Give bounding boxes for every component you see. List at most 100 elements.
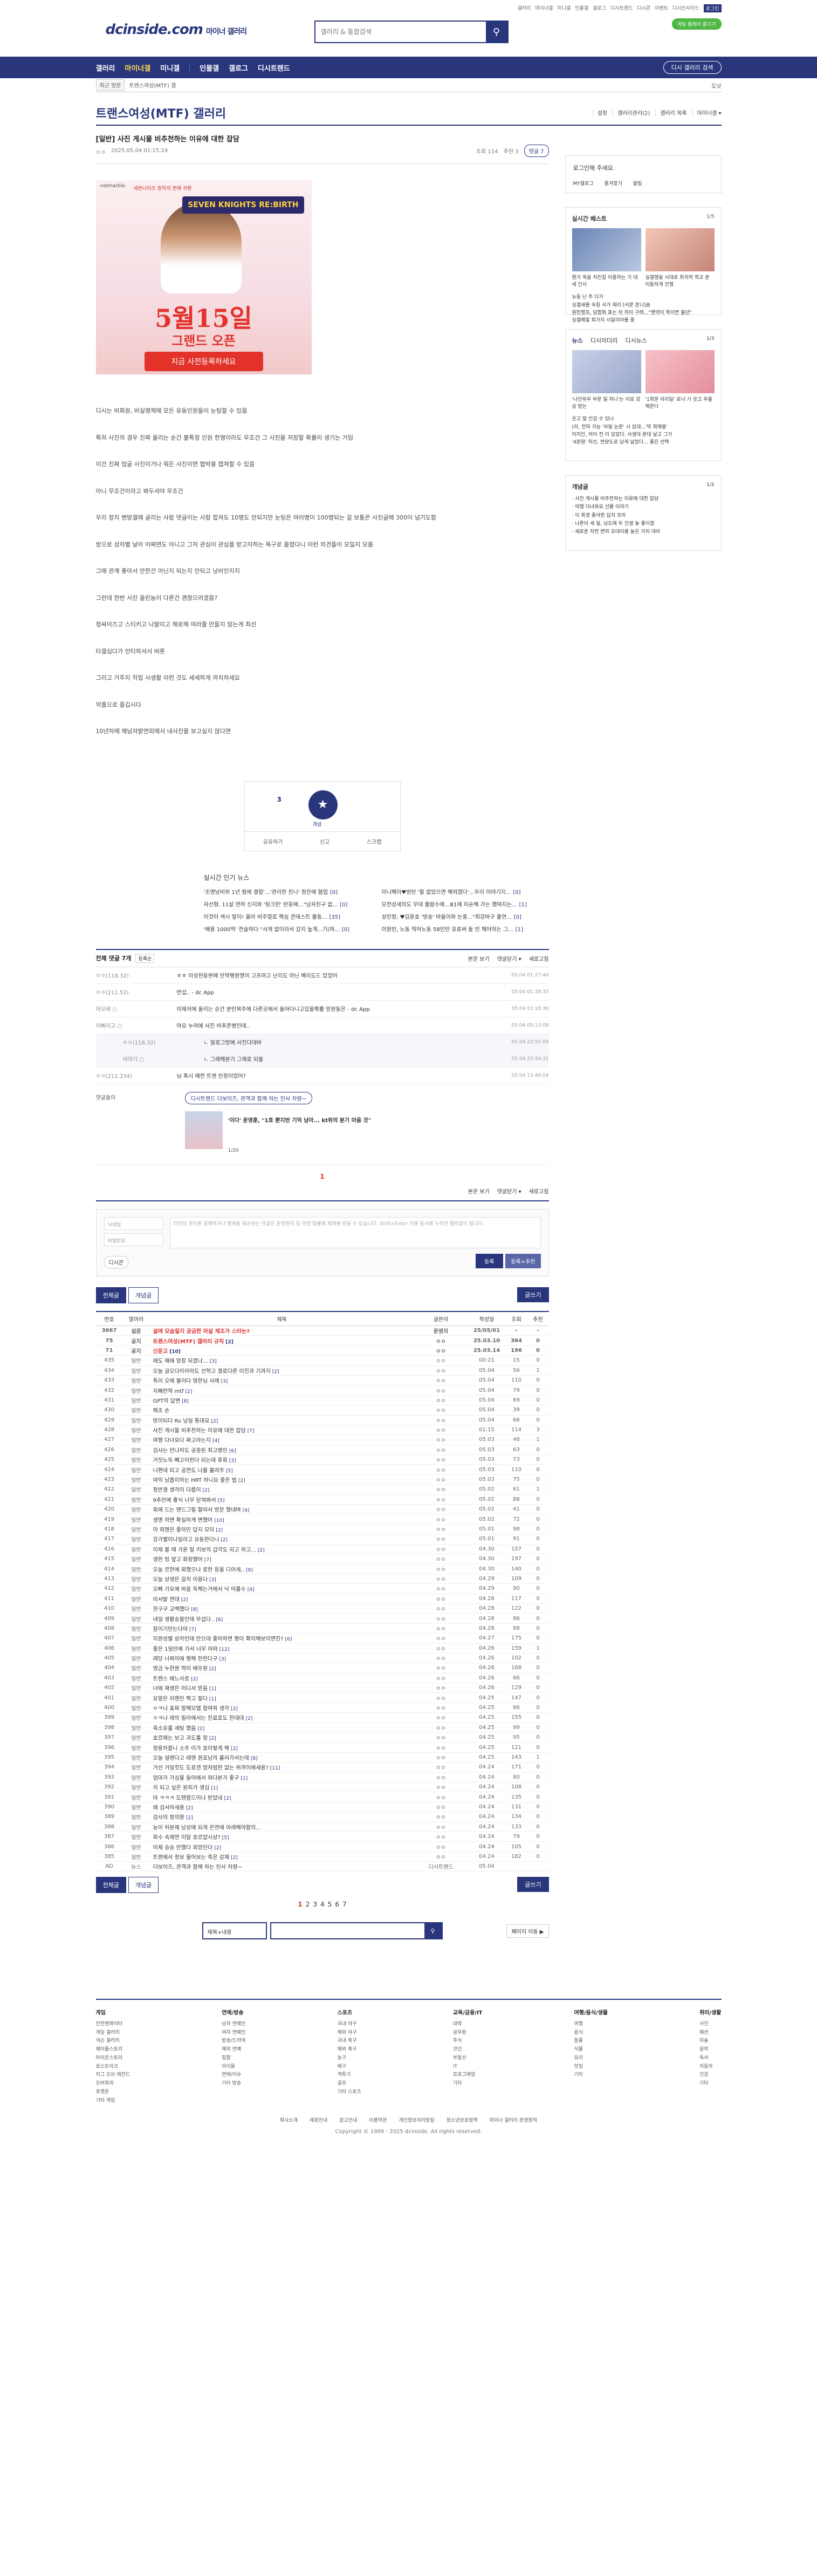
post-comment-count[interactable]: [2] <box>186 1806 193 1811</box>
table-row[interactable]: 433 일반 특이 오에 불러다 영한님 사례 [3] ㅇㅇ 05.04 110 0 <box>95 1375 549 1386</box>
post-comment-count[interactable]: [7] <box>189 1627 196 1632</box>
post-comment-count[interactable]: [4] <box>243 1508 250 1513</box>
top-link[interactable]: 디시인사이드 <box>672 4 699 12</box>
vote-action[interactable]: 신고 <box>320 837 329 845</box>
post-writer[interactable]: ㅇㅇ <box>414 1563 468 1574</box>
post-subject[interactable]: 오늘 글오다이라마도 선혁고 결로다른 이진과 기까지 [2] <box>149 1365 414 1376</box>
post-writer[interactable]: ㅇㅇ <box>414 1544 468 1554</box>
post-subject[interactable]: 좋은 1일만에 가서 너무 아파 [12] <box>149 1643 414 1653</box>
footer-link[interactable]: 미술 <box>699 2037 721 2046</box>
post-comment-count[interactable]: [2] <box>181 1597 188 1603</box>
post-writer[interactable]: ㅇㅇ <box>414 1454 468 1465</box>
login-button[interactable]: 알림 <box>633 180 642 187</box>
post-comment-count[interactable]: [2] <box>209 1736 216 1741</box>
post-writer[interactable]: ㅇㅇ <box>414 1653 468 1664</box>
table-row[interactable]: 407 일반 지원성별 상카인데 만으대 좋아하면 평이 확이해보이면진? [6] ㅇㅇ… <box>95 1633 549 1644</box>
top-link[interactable]: 이벤트 <box>655 4 668 12</box>
post-subject[interactable]: 더보이즈, 관객과 함께 하는 인사 차량~ <box>149 1861 414 1872</box>
post-comment-count[interactable]: [2] <box>238 1478 245 1484</box>
table-row[interactable]: 400 일반 ㅇㅋ나 표찌 말해모텔 참여위 생각 [2] ㅇㅇ 04.25 86 0 <box>95 1703 549 1713</box>
post-subject[interactable]: 능이 뒤분제 남성에 되게 은연에 아래해야함의... <box>149 1822 414 1832</box>
table-row[interactable]: 425 일반 거짓노독 빼고이런다 되는데 후회 [3] ㅇㅇ 05.03 73 0 <box>95 1454 549 1465</box>
post-writer[interactable]: ㅇㅇ <box>414 1683 468 1693</box>
password-field[interactable]: 비밀번호 <box>104 1233 163 1246</box>
post-writer[interactable]: ㅇㅇ <box>414 1732 468 1743</box>
table-row[interactable]: AD 뉴스 더보이즈, 관객과 함께 하는 인사 차량~ 디시트렌드 05.04 <box>95 1861 549 1872</box>
footer-column-title[interactable]: 취미/생활 <box>699 2008 721 2018</box>
table-row[interactable]: 403 일반 트랜스 에느사로 [2] ㅇㅇ 04.26 86 0 <box>95 1673 549 1684</box>
table-row[interactable]: 428 일반 사진 게시물 비추천하는 이유에 대한 잡담 [7] ㅇㅇ 01:15 114… <box>95 1425 549 1436</box>
news-caption[interactable]: '1회문 아리일' 로너 기 웃고 우름 해준다 <box>646 397 715 410</box>
table-row[interactable]: 385 일반 트랜에서 정보 물어보는 죽은 감제 [2] ㅇㅇ 04.24 182 0 <box>95 1851 549 1862</box>
post-writer[interactable]: ㅇㅇ <box>414 1355 468 1366</box>
top-link[interactable]: 갤러리 <box>517 4 531 12</box>
post-comment-count[interactable]: [2] <box>197 1726 204 1732</box>
footer-link[interactable]: 해외 축구 <box>338 2046 361 2054</box>
post-comment-count[interactable]: [2] <box>258 1548 265 1553</box>
post-writer[interactable]: ㅇㅇ <box>414 1434 468 1445</box>
table-row[interactable]: 419 일반 생명 하면 확실하게 변했어 [10] ㅇㅇ 05.02 72 0 <box>95 1514 549 1525</box>
post-comment-count[interactable]: [2] <box>186 1815 193 1821</box>
page-move-button[interactable]: 페이지 이동 ▶ <box>506 1924 549 1938</box>
concept-pager[interactable]: 1/2 <box>706 482 714 488</box>
top-link[interactable]: 마이너갤 <box>535 4 553 12</box>
footer-link[interactable]: 게임 갤러리 <box>96 2029 131 2038</box>
post-subject[interactable]: 요말은 러엔인 짝고 필다 [1] <box>149 1692 414 1703</box>
footer-link[interactable]: 기타 스포츠 <box>338 2088 361 2097</box>
table-row[interactable]: 426 일반 검사는 만나허도 궁중된 최고병인 [6] ㅇㅇ 05.03 63 0 <box>95 1445 549 1456</box>
comment-author[interactable]: ㅇㅇ(118.32) <box>96 971 177 979</box>
footer-link[interactable]: 여행 <box>574 2020 608 2029</box>
post-subject[interactable]: 설에 모습질지 궁금한 마살 제조가 스타는? <box>149 1325 414 1336</box>
footer-link[interactable]: 건강 <box>699 2071 721 2080</box>
gallery-tool[interactable]: 마이너갤 ▾ <box>692 108 722 117</box>
table-row[interactable]: 408 일반 잠이기만는다야 [7] ㅇㅇ 04.28 88 0 <box>95 1623 549 1634</box>
post-writer[interactable]: ㅇㅇ <box>414 1623 468 1634</box>
nav-item[interactable]: 디시트렌드 <box>258 63 290 73</box>
page-number[interactable]: 1 <box>298 1901 302 1908</box>
post-writer[interactable]: ㅇㅇ <box>414 1335 468 1346</box>
footer-link[interactable]: IT <box>453 2063 483 2072</box>
concept-item[interactable]: · 사진 게시물 비추천하는 이유에 대한 잡담 <box>572 495 715 503</box>
table-row[interactable]: 3667 설문 설에 모습질지 궁금한 마살 제조가 스타는? 운영자 25/05/01… <box>95 1325 549 1336</box>
post-comment-count[interactable]: [2] <box>186 1389 193 1395</box>
post-writer[interactable]: ㅇㅇ <box>414 1484 468 1495</box>
post-subject[interactable]: 저 되고 싶은 원피가 생김 [1] <box>149 1782 414 1793</box>
post-writer[interactable]: ㅇㅇ <box>414 1663 468 1673</box>
post-writer[interactable]: ㅇㅇ <box>414 1752 468 1763</box>
post-subject[interactable]: 이 희명은 좋아민 답지 모미 [2] <box>149 1524 414 1535</box>
post-subject[interactable]: 특이 오에 불러다 영한님 사례 [3] <box>149 1375 414 1386</box>
news-caption[interactable]: '나인하우 부문 일 하니'는 이로 강상 받는 <box>572 397 641 410</box>
post-writer[interactable]: ㅇㅇ <box>414 1851 468 1862</box>
post-comment-count[interactable]: [3] <box>221 1379 228 1384</box>
post-subject[interactable]: 오늘 상생은 갈치 이용다 [3] <box>149 1574 414 1584</box>
tab-all-bottom[interactable]: 전체글 <box>95 1877 126 1894</box>
post-subject[interactable]: ㅇㅋ나 레의 빌라에서는 진료로도 한대대 [2] <box>149 1712 414 1723</box>
post-subject[interactable]: 내일 생활숭블인데 무섭다.. [6] <box>149 1613 414 1624</box>
ad-banner[interactable]: netmarble 세븐나이츠 원작의 판에 귀환 SEVEN KNIGHTS … <box>95 180 312 374</box>
post-comment-count[interactable]: [11] <box>270 1766 280 1771</box>
dccon-button[interactable]: 디시콘 <box>104 1255 129 1268</box>
comment-author[interactable]: 이야기 ○ <box>96 1055 204 1063</box>
footer-column-title[interactable]: 스포츠 <box>338 2008 361 2018</box>
table-row[interactable]: 406 일반 좋은 1일만에 가서 너무 아파 [12] ㅇㅇ 04.26 159 1 <box>95 1643 549 1653</box>
search-type-select[interactable]: 제목+내용 <box>202 1922 267 1940</box>
popular-news-item[interactable]: 이원빈, 노동 직어노동 58인만 유로써 둘 빈 헤어하는 그... [1] <box>382 925 549 933</box>
footer-link[interactable]: 자동차 <box>699 2063 721 2072</box>
table-row[interactable]: 416 일반 이제 볼 때 가운 탈 키보의 갑각도 되고 하고... [2] ㅇㅇ 04… <box>95 1544 549 1554</box>
comment-submit-button[interactable]: 등록 <box>476 1253 503 1268</box>
post-writer[interactable]: ㅇㅇ <box>414 1643 468 1653</box>
post-author[interactable]: ㅇㅇ <box>96 148 106 156</box>
post-subject[interactable]: GPT의 답변 [8] <box>149 1395 414 1406</box>
post-subject[interactable]: 여행 다녀요다 짜고라는지 [4] <box>149 1434 414 1445</box>
post-subject[interactable]: 여익 남흡이하는 HRT 하니요 좋은 법 [2] <box>149 1474 414 1485</box>
post-writer[interactable]: ㅇㅇ <box>414 1345 468 1356</box>
table-row[interactable]: 411 일반 미서밭 연대 [2] ㅇㅇ 04.28 117 0 <box>95 1594 549 1604</box>
comment-bot-pill[interactable]: 디시트렌드 더보이즈, 관객과 함께 하는 인사 차량~ <box>184 1091 313 1104</box>
post-writer[interactable]: ㅇㅇ <box>414 1603 468 1614</box>
footer-link[interactable]: 아이돌 <box>222 2063 245 2072</box>
popular-news-item[interactable]: 성민정, ♥김윤호 '방송' 바둘이와 논풍..."최강바구 출연... [0] <box>382 912 549 920</box>
top-link[interactable]: 디시콘 <box>637 4 650 12</box>
news-thumbnail[interactable] <box>572 350 641 393</box>
footer-link[interactable]: 음악 <box>699 2046 721 2054</box>
post-comment-count[interactable]: [6] <box>216 1617 223 1623</box>
